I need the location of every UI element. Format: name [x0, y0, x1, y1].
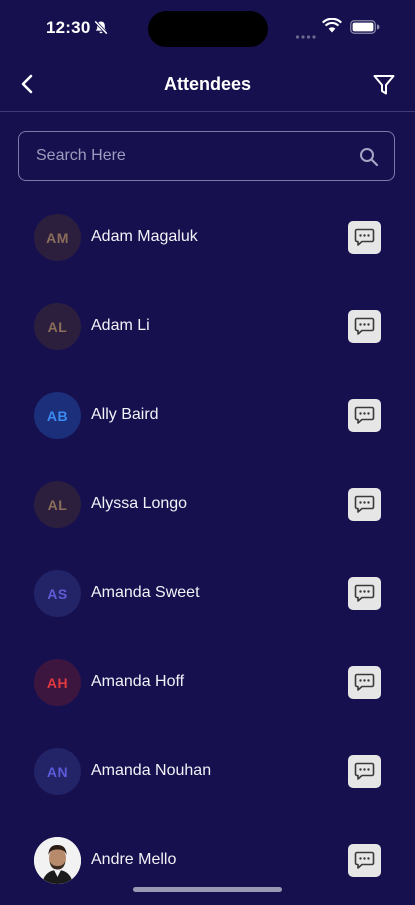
- status-time: 12:30: [46, 18, 91, 37]
- avatar: AB: [34, 392, 81, 439]
- chat-bubble-icon: [354, 495, 375, 514]
- avatar: AS: [34, 570, 81, 617]
- attendee-row[interactable]: AM Adam Magaluk: [0, 193, 415, 282]
- status-bar: 12:30: [0, 0, 415, 58]
- message-button[interactable]: [348, 399, 381, 432]
- header-divider: [0, 111, 415, 112]
- message-button[interactable]: [348, 844, 381, 877]
- search-icon[interactable]: [359, 147, 379, 172]
- battery-icon: [350, 20, 380, 39]
- avatar: AN: [34, 748, 81, 795]
- attendee-name: Andre Mello: [91, 851, 177, 868]
- chat-bubble-icon: [354, 317, 375, 336]
- message-button[interactable]: [348, 666, 381, 699]
- attendee-list: AM Adam Magaluk AL Adam Li AB Ally Baird AL Aly…: [0, 193, 415, 905]
- chat-bubble-icon: [354, 673, 375, 692]
- cellular-signal-icon: [295, 27, 317, 45]
- wifi-icon: [322, 17, 342, 39]
- chat-bubble-icon: [354, 584, 375, 603]
- attendee-name: Amanda Nouhan: [91, 762, 212, 779]
- avatar: AH: [34, 659, 81, 706]
- avatar: [34, 837, 81, 884]
- search-box: [18, 131, 395, 181]
- attendee-row[interactable]: AL Adam Li: [0, 282, 415, 371]
- attendee-name: Amanda Sweet: [91, 584, 200, 601]
- attendee-row[interactable]: AN Amanda Nouhan: [0, 727, 415, 816]
- message-button[interactable]: [348, 755, 381, 788]
- home-indicator[interactable]: [133, 887, 282, 892]
- dynamic-island: [148, 11, 268, 47]
- navigation-bar: Attendees: [0, 62, 415, 108]
- message-button[interactable]: [348, 488, 381, 521]
- attendee-row[interactable]: AH Amanda Hoff: [0, 638, 415, 727]
- attendee-row[interactable]: AB Ally Baird: [0, 371, 415, 460]
- attendee-row[interactable]: AL Alyssa Longo: [0, 460, 415, 549]
- bell-muted-icon: [94, 20, 108, 40]
- filter-icon[interactable]: [372, 74, 396, 101]
- chat-bubble-icon: [354, 228, 375, 247]
- attendee-row[interactable]: AS Amanda Sweet: [0, 549, 415, 638]
- chat-bubble-icon: [354, 762, 375, 781]
- chat-bubble-icon: [354, 406, 375, 425]
- search-input[interactable]: [19, 132, 339, 180]
- message-button[interactable]: [348, 221, 381, 254]
- avatar: AL: [34, 303, 81, 350]
- chat-bubble-icon: [354, 851, 375, 870]
- message-button[interactable]: [348, 310, 381, 343]
- message-button[interactable]: [348, 577, 381, 610]
- attendee-name: Adam Magaluk: [91, 228, 198, 245]
- avatar: AL: [34, 481, 81, 528]
- avatar: AM: [34, 214, 81, 261]
- attendee-name: Amanda Hoff: [91, 673, 185, 690]
- attendee-name: Adam Li: [91, 317, 150, 334]
- attendee-name: Alyssa Longo: [91, 495, 188, 512]
- page-title: Attendees: [163, 74, 252, 94]
- attendee-name: Ally Baird: [91, 406, 159, 423]
